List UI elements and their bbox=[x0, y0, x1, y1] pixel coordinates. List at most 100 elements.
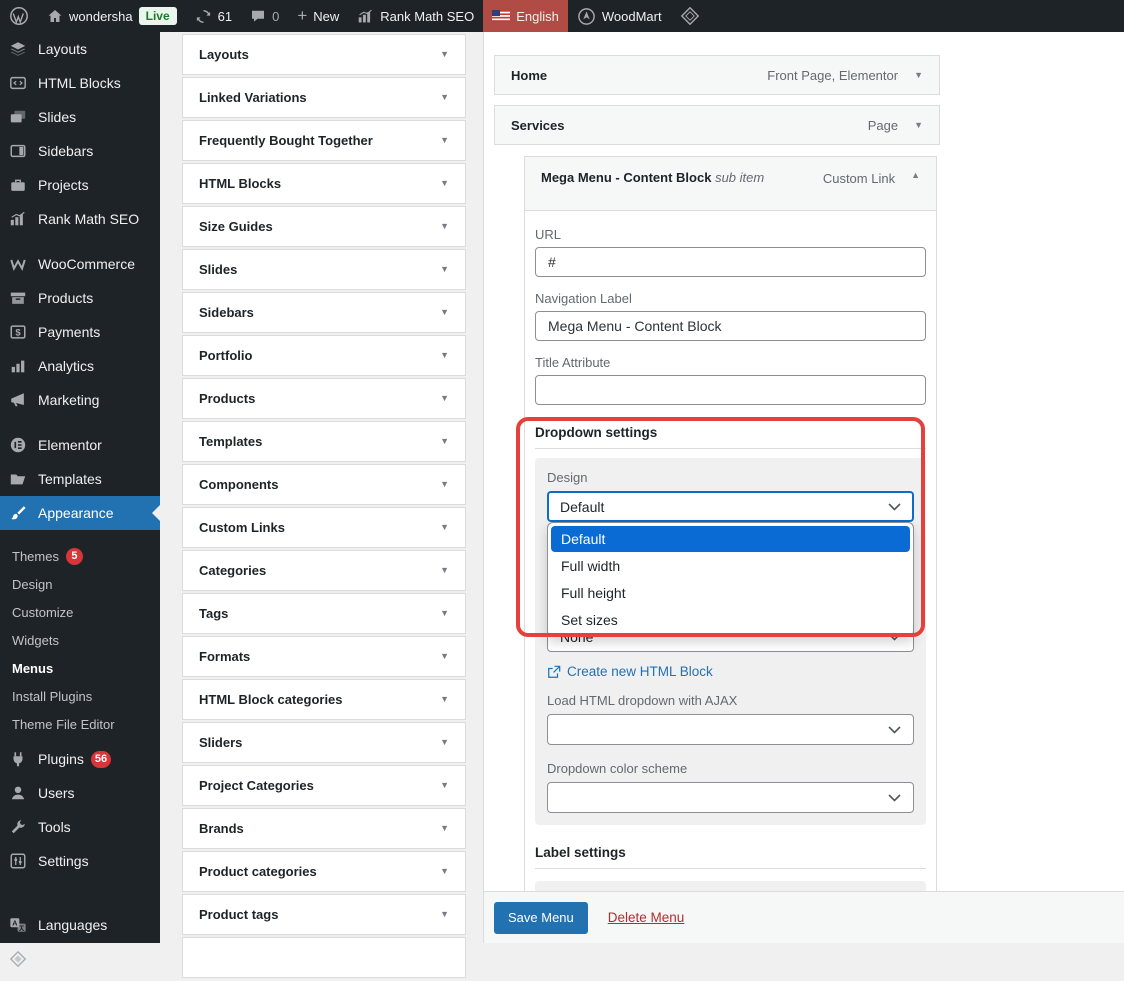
comments-menu[interactable]: 0 bbox=[241, 0, 288, 32]
woocommerce-icon bbox=[8, 254, 28, 274]
slides-icon bbox=[8, 107, 28, 127]
sidebar-item-layouts[interactable]: Layouts bbox=[0, 32, 160, 66]
sidebar-item-templates[interactable]: Templates bbox=[0, 462, 160, 496]
accordion-section-custom-links[interactable]: Custom Links▼ bbox=[182, 507, 466, 548]
updates-icon bbox=[195, 8, 212, 25]
site-name-menu[interactable]: wondersha Live bbox=[38, 0, 186, 32]
rank-math-menu[interactable]: Rank Math SEO bbox=[348, 0, 483, 32]
accordion-section-html-block-categories[interactable]: HTML Block categories▼ bbox=[182, 679, 466, 720]
accordion-section-components[interactable]: Components▼ bbox=[182, 464, 466, 505]
save-menu-button[interactable]: Save Menu bbox=[494, 902, 588, 934]
active-notch bbox=[152, 505, 160, 521]
menu-item-type: Front Page, Elementor bbox=[767, 68, 898, 83]
accordion-section-partial[interactable] bbox=[182, 937, 466, 978]
navigation-label-input[interactable] bbox=[535, 311, 926, 341]
option-default[interactable]: Default bbox=[551, 526, 910, 552]
sidebar-item-elementor[interactable]: Elementor bbox=[0, 428, 160, 462]
option-full-height[interactable]: Full height bbox=[551, 580, 910, 606]
color-scheme-select[interactable] bbox=[547, 782, 914, 813]
menu-item-services[interactable]: Services Page ▼ bbox=[494, 105, 940, 145]
comment-icon bbox=[250, 8, 266, 24]
accordion-section-brands[interactable]: Brands▼ bbox=[182, 808, 466, 849]
chevron-down-icon bbox=[888, 503, 901, 511]
accordion-section-size-guides[interactable]: Size Guides▼ bbox=[182, 206, 466, 247]
sidebar-item-payments[interactable]: $ Payments bbox=[0, 315, 160, 349]
sidebar-item-sidebars[interactable]: Sidebars bbox=[0, 134, 160, 168]
expand-icon[interactable]: ▼ bbox=[914, 121, 923, 130]
submenu-item-widgets[interactable]: Widgets bbox=[0, 626, 160, 654]
submenu-item-design[interactable]: Design bbox=[0, 570, 160, 598]
section-title: Frequently Bought Together bbox=[199, 133, 373, 148]
option-full-width[interactable]: Full width bbox=[551, 553, 910, 579]
menu-item-label: Mega Menu - Content Block bbox=[541, 170, 711, 185]
briefcase-icon bbox=[8, 175, 28, 195]
accordion-section-templates[interactable]: Templates▼ bbox=[182, 421, 466, 462]
section-title: Slides bbox=[199, 262, 237, 277]
accordion-section-linked-variations[interactable]: Linked Variations▼ bbox=[182, 77, 466, 118]
accordion-section-html-blocks[interactable]: HTML Blocks▼ bbox=[182, 163, 466, 204]
submenu-item-menus[interactable]: Menus bbox=[0, 654, 160, 682]
ajax-select[interactable] bbox=[547, 714, 914, 745]
sidebar-item-rank-math[interactable]: Rank Math SEO bbox=[0, 202, 160, 236]
submenu-item-themes[interactable]: Themes 5 bbox=[0, 542, 160, 570]
accordion-section-layouts[interactable]: Layouts▼ bbox=[182, 34, 466, 75]
gem-menu[interactable] bbox=[671, 0, 709, 32]
submenu-item-customize[interactable]: Customize bbox=[0, 598, 160, 626]
menu-item-home[interactable]: Home Front Page, Elementor ▼ bbox=[494, 55, 940, 95]
design-options-listbox: Default Full width Full height Set sizes bbox=[547, 522, 914, 637]
chevron-down-icon: ▼ bbox=[440, 695, 449, 704]
wordpress-logo-menu[interactable] bbox=[0, 0, 38, 32]
sidebar-item-products[interactable]: Products bbox=[0, 281, 160, 315]
accordion-section-frequently-bought[interactable]: Frequently Bought Together▼ bbox=[182, 120, 466, 161]
sidebar-item-projects[interactable]: Projects bbox=[0, 168, 160, 202]
title-attribute-input[interactable] bbox=[535, 375, 926, 405]
accordion-section-sliders[interactable]: Sliders▼ bbox=[182, 722, 466, 763]
sidebar-item-html-blocks[interactable]: HTML Blocks bbox=[0, 66, 160, 100]
accordion-section-formats[interactable]: Formats▼ bbox=[182, 636, 466, 677]
accordion-section-slides[interactable]: Slides▼ bbox=[182, 249, 466, 290]
sidebar-item-users[interactable]: Users bbox=[0, 776, 160, 810]
sidebar-separator bbox=[0, 878, 160, 908]
site-name: wondersha bbox=[69, 9, 133, 24]
accordion-section-products[interactable]: Products▼ bbox=[182, 378, 466, 419]
new-content-menu[interactable]: + New bbox=[288, 0, 348, 32]
divider bbox=[535, 448, 926, 449]
option-set-sizes[interactable]: Set sizes bbox=[551, 607, 910, 633]
menu-item-settings: URL Navigation Label Title Attribute Dro… bbox=[524, 211, 937, 899]
sidebar-item-settings[interactable]: Settings bbox=[0, 844, 160, 878]
sidebar-item-label: Payments bbox=[38, 324, 100, 340]
accordion-section-product-categories[interactable]: Product categories▼ bbox=[182, 851, 466, 892]
collapse-icon[interactable]: ▲ bbox=[911, 171, 920, 180]
chevron-down-icon: ▼ bbox=[440, 609, 449, 618]
sidebar-item-tools[interactable]: Tools bbox=[0, 810, 160, 844]
expand-icon[interactable]: ▼ bbox=[914, 71, 923, 80]
sidebar-item-marketing[interactable]: Marketing bbox=[0, 383, 160, 417]
accordion-section-categories[interactable]: Categories▼ bbox=[182, 550, 466, 591]
sidebar-item-appearance[interactable]: Appearance bbox=[0, 496, 160, 530]
sidebar-item-woocommerce[interactable]: WooCommerce bbox=[0, 247, 160, 281]
accordion-section-sidebars[interactable]: Sidebars▼ bbox=[182, 292, 466, 333]
accordion-section-portfolio[interactable]: Portfolio▼ bbox=[182, 335, 466, 376]
language-switcher[interactable]: English bbox=[483, 0, 568, 32]
design-select[interactable]: Default bbox=[547, 491, 914, 522]
updates-menu[interactable]: 61 bbox=[186, 0, 241, 32]
menu-item-handle[interactable]: Mega Menu - Content Block sub item Custo… bbox=[524, 156, 937, 211]
chevron-down-icon: ▼ bbox=[440, 910, 449, 919]
wrench-icon bbox=[8, 817, 28, 837]
url-input[interactable] bbox=[535, 247, 926, 277]
accordion-section-project-categories[interactable]: Project Categories▼ bbox=[182, 765, 466, 806]
delete-menu-link[interactable]: Delete Menu bbox=[608, 910, 685, 925]
submenu-item-theme-file-editor[interactable]: Theme File Editor bbox=[0, 710, 160, 738]
create-html-block-link[interactable]: Create new HTML Block bbox=[547, 664, 914, 679]
sidebar-item-analytics[interactable]: Analytics bbox=[0, 349, 160, 383]
accordion-section-tags[interactable]: Tags▼ bbox=[182, 593, 466, 634]
accordion-section-product-tags[interactable]: Product tags▼ bbox=[182, 894, 466, 935]
sidebar-item-litespeed[interactable]: LiteSpeed Cache bbox=[0, 942, 160, 976]
sidebar-item-languages[interactable]: A Languages bbox=[0, 908, 160, 942]
sidebar-item-plugins[interactable]: Plugins 56 bbox=[0, 742, 160, 776]
submenu-item-install-plugins[interactable]: Install Plugins bbox=[0, 682, 160, 710]
theme-menu[interactable]: WoodMart bbox=[568, 0, 671, 32]
languages-icon: A bbox=[8, 915, 28, 935]
sidebar-item-slides[interactable]: Slides bbox=[0, 100, 160, 134]
sidebar-item-label: HTML Blocks bbox=[38, 75, 121, 91]
